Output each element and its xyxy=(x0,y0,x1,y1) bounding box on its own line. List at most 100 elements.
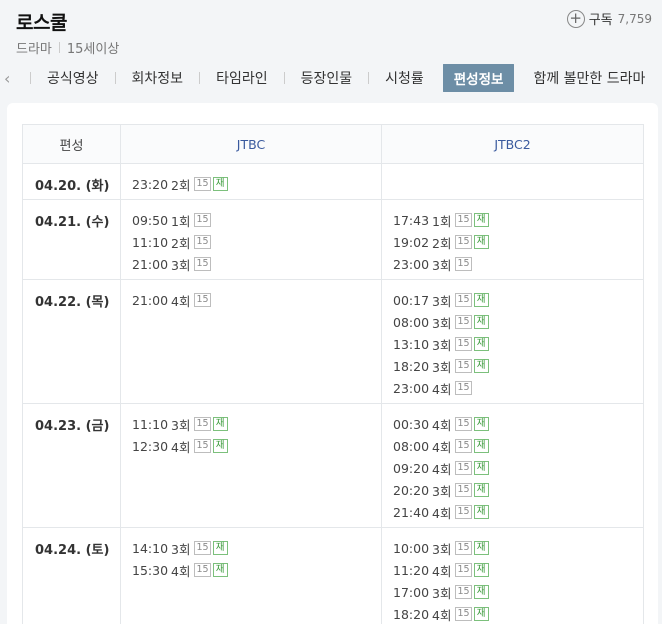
rerun-badge: 재 xyxy=(212,439,228,453)
rerun-badge: 재 xyxy=(473,235,489,249)
header-jtbc2: JTBC2 xyxy=(494,136,531,152)
slot-time: 17:43 xyxy=(393,212,430,228)
date-label: 04.22. (목) xyxy=(35,295,110,310)
age-15-badge: 15 xyxy=(455,417,472,431)
broadcast-slot: 08:00 3회 15 재 xyxy=(393,311,643,333)
age-15-badge: 15 xyxy=(194,213,211,227)
subscriber-count: 7,759 xyxy=(617,11,652,26)
table-header-row: 편성 JTBC JTBC2 xyxy=(23,125,643,164)
age-15-badge: 15 xyxy=(455,337,472,351)
date-label: 04.20. (화) xyxy=(35,179,110,194)
program-title: 로스쿨 xyxy=(16,12,67,34)
slot-episode: 4회 xyxy=(171,293,191,309)
rerun-badge: 재 xyxy=(473,505,489,519)
chevron-left-icon[interactable]: ‹ xyxy=(0,69,16,88)
schedule-table: 편성 JTBC JTBC2 04.20. (화) 23:20 2회 15 재 04.21.… xyxy=(22,124,644,624)
slot-time: 10:00 xyxy=(393,540,430,556)
rerun-badge: 재 xyxy=(473,417,489,431)
rerun-badge: 재 xyxy=(473,563,489,577)
slot-time: 23:00 xyxy=(393,256,430,272)
tab-0[interactable]: 공식영상 xyxy=(45,68,101,88)
slot-episode: 4회 xyxy=(171,439,191,455)
broadcast-slot: 18:20 3회 15 재 xyxy=(393,355,643,377)
slot-episode: 3회 xyxy=(432,541,452,557)
rerun-badge: 재 xyxy=(473,315,489,329)
age-15-badge: 15 xyxy=(455,541,472,555)
age-15-badge: 15 xyxy=(194,235,211,249)
slot-time: 09:20 xyxy=(393,460,430,476)
slot-time: 21:00 xyxy=(132,256,169,272)
broadcast-slot: 23:00 4회 15 xyxy=(393,377,643,399)
slot-episode: 4회 xyxy=(432,563,452,579)
rerun-badge: 재 xyxy=(473,585,489,599)
rerun-badge: 재 xyxy=(212,563,228,577)
date-cell: 04.22. (목) xyxy=(23,280,121,403)
rerun-badge: 재 xyxy=(473,293,489,307)
slot-episode: 3회 xyxy=(432,585,452,601)
broadcast-slot: 11:10 3회 15 재 xyxy=(132,413,381,435)
slot-time: 19:02 xyxy=(393,234,430,250)
broadcast-slot: 10:00 3회 15 재 xyxy=(393,537,643,559)
slot-time: 14:10 xyxy=(132,540,169,556)
rerun-badge: 재 xyxy=(473,213,489,227)
jtbc-cell: 21:00 4회 15 xyxy=(121,280,382,403)
date-cell: 04.24. (토) xyxy=(23,528,121,624)
table-row: 04.24. (토) 14:10 3회 15 재 15:30 4회 15 재 10:00 3회 15 재… xyxy=(23,528,643,624)
jtbc2-cell: 17:43 1회 15 재 19:02 2회 15 재 23:00 3회 15 xyxy=(382,200,643,279)
program-header: 로스쿨 드라마 15세이상 + 구독 7,759 ‹ 공식영상 회차정보 타임라인 등… xyxy=(0,0,662,100)
age-15-badge: 15 xyxy=(455,563,472,577)
age-15-badge: 15 xyxy=(455,257,472,271)
broadcast-slot: 00:30 4회 15 재 xyxy=(393,413,643,435)
subscribe-label: 구독 xyxy=(588,13,613,28)
age-15-badge: 15 xyxy=(455,607,472,621)
tab-3[interactable]: 등장인물 xyxy=(299,68,355,88)
table-row: 04.22. (목) 21:00 4회 15 00:17 3회 15 재 08:00 3회 15 재 1… xyxy=(23,280,643,404)
subscribe-button[interactable]: + 구독 7,759 xyxy=(566,9,652,28)
slot-episode: 4회 xyxy=(432,381,452,397)
rerun-badge: 재 xyxy=(212,417,228,431)
slot-episode: 3회 xyxy=(432,359,452,375)
jtbc-cell: 09:50 1회 15 11:10 2회 15 21:00 3회 15 xyxy=(121,200,382,279)
tab-bar: ‹ 공식영상 회차정보 타임라인 등장인물 시청률 편성정보 함께 볼만한 드라마 xyxy=(0,64,662,92)
date-label: 04.21. (수) xyxy=(35,215,110,230)
age-15-badge: 15 xyxy=(455,315,472,329)
tab-4[interactable]: 시청률 xyxy=(383,68,426,88)
slot-time: 08:00 xyxy=(393,314,430,330)
slot-episode: 3회 xyxy=(432,315,452,331)
age-15-badge: 15 xyxy=(455,213,472,227)
broadcast-slot: 21:00 3회 15 xyxy=(132,253,381,275)
tab-6[interactable]: 함께 볼만한 드라마 xyxy=(531,68,647,88)
rerun-badge: 재 xyxy=(473,483,489,497)
rerun-badge: 재 xyxy=(473,439,489,453)
slot-time: 12:30 xyxy=(132,438,169,454)
tab-5[interactable]: 편성정보 xyxy=(442,64,515,92)
age-rating-label: 15세이상 xyxy=(66,42,120,57)
slot-time: 17:00 xyxy=(393,584,430,600)
slot-time: 00:17 xyxy=(393,292,430,308)
broadcast-slot: 21:00 4회 15 xyxy=(132,289,381,311)
slot-time: 13:10 xyxy=(393,336,430,352)
broadcast-slot: 20:20 3회 15 재 xyxy=(393,479,643,501)
jtbc-cell: 11:10 3회 15 재 12:30 4회 15 재 xyxy=(121,404,382,527)
rerun-badge: 재 xyxy=(473,461,489,475)
tab-1[interactable]: 회차정보 xyxy=(130,68,186,88)
slot-time: 11:20 xyxy=(393,562,430,578)
rerun-badge: 재 xyxy=(473,541,489,555)
slot-episode: 4회 xyxy=(432,505,452,521)
slot-episode: 1회 xyxy=(171,213,191,229)
age-15-badge: 15 xyxy=(455,293,472,307)
broadcast-slot: 09:50 1회 15 xyxy=(132,209,381,231)
header-jtbc: JTBC xyxy=(121,125,382,163)
tab-divider xyxy=(30,72,31,84)
age-15-badge: 15 xyxy=(455,235,472,249)
broadcast-slot: 18:20 4회 15 재 xyxy=(393,603,643,624)
broadcast-slot: 08:00 4회 15 재 xyxy=(393,435,643,457)
jtbc-cell: 14:10 3회 15 재 15:30 4회 15 재 xyxy=(121,528,382,624)
header-schedule: 편성 xyxy=(23,125,121,163)
age-15-badge: 15 xyxy=(194,563,211,577)
slot-episode: 2회 xyxy=(171,177,191,193)
age-15-badge: 15 xyxy=(455,483,472,497)
plus-icon: + xyxy=(566,9,585,28)
tab-2[interactable]: 타임라인 xyxy=(214,68,270,88)
broadcast-slot: 17:00 3회 15 재 xyxy=(393,581,643,603)
